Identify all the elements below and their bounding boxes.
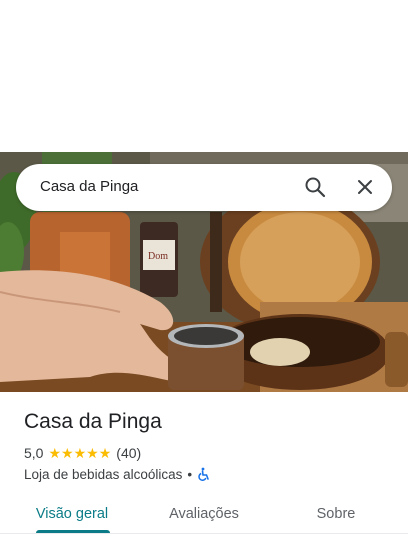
tab-reviews[interactable]: Avaliações: [156, 496, 252, 532]
place-tabs: Visão geral Avaliações Sobre: [0, 496, 408, 544]
search-input[interactable]: Casa da Pinga: [40, 178, 138, 195]
star-icon: ★: [48, 445, 62, 461]
bottle-label-text: Dom: [148, 251, 168, 262]
separator-dot: •: [187, 466, 193, 482]
star-icon: ★: [61, 445, 74, 461]
rating-value: 5,0: [24, 445, 44, 461]
place-title: Casa da Pinga: [24, 410, 162, 433]
place-category[interactable]: Loja de bebidas alcoólicas: [24, 467, 182, 482]
rating-stars: ★ ★ ★ ★ ★: [48, 446, 111, 460]
wheelchair-icon: [197, 467, 211, 481]
rating-row[interactable]: 5,0 ★ ★ ★ ★ ★ (40): [24, 444, 141, 462]
blank-header-area: [0, 0, 408, 152]
tabs-divider: [0, 533, 408, 534]
tab-overview[interactable]: Visão geral: [24, 496, 120, 532]
search-icon[interactable]: [304, 176, 326, 198]
star-icon: ★: [98, 445, 112, 461]
category-row: Loja de bebidas alcoólicas •: [24, 465, 211, 483]
search-bar[interactable]: Casa da Pinga: [16, 164, 392, 211]
tab-about[interactable]: Sobre: [290, 496, 382, 532]
star-icon: ★: [73, 445, 87, 461]
close-icon[interactable]: [355, 177, 375, 197]
reviews-count[interactable]: (40): [116, 445, 141, 461]
star-icon: ★: [86, 445, 99, 461]
